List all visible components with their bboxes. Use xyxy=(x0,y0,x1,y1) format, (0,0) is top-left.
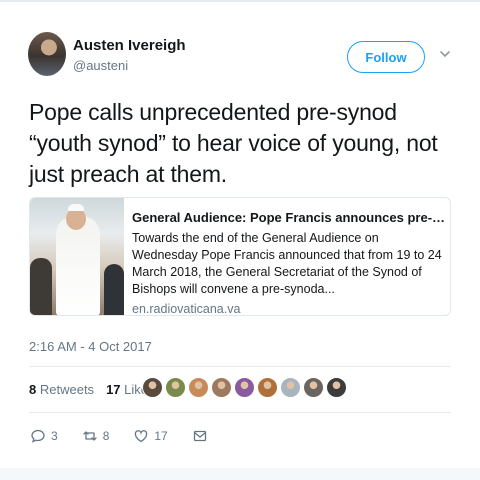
follow-button[interactable]: Follow xyxy=(347,41,425,73)
reply-icon xyxy=(31,429,45,443)
avatar[interactable] xyxy=(28,32,66,76)
tweet-text: Pope calls unprecedented pre-synod “yout… xyxy=(29,99,438,187)
retweet-icon xyxy=(83,431,97,441)
link-preview-card[interactable]: General Audience: Pope Francis announces… xyxy=(29,197,451,316)
tweet-card: Austen Ivereigh @austeni Follow Pope cal… xyxy=(0,0,480,480)
reply-count: 3 xyxy=(51,429,58,443)
card-description: Towards the end of the General Audience … xyxy=(132,231,442,296)
retweets-count: 8 xyxy=(29,382,37,397)
likes-count: 17 xyxy=(106,382,121,397)
retweets-label: Retweets xyxy=(39,382,95,397)
liker-avatar[interactable] xyxy=(142,377,163,398)
reply-action[interactable]: 3 xyxy=(30,428,58,444)
like-count: 17 xyxy=(154,429,168,443)
message-icon xyxy=(193,430,206,442)
card-url: en.radiovaticana.va xyxy=(132,302,241,316)
liker-avatar[interactable] xyxy=(188,377,209,398)
message-action[interactable] xyxy=(192,428,208,444)
liker-avatar[interactable] xyxy=(326,377,347,398)
liker-avatar[interactable] xyxy=(257,377,278,398)
tweet-actions: 3 8 17 xyxy=(30,428,232,444)
liker-avatars xyxy=(142,377,347,398)
author-handle[interactable]: @austeni xyxy=(73,58,128,73)
retweet-count: 8 xyxy=(102,429,110,443)
like-action[interactable]: 17 xyxy=(133,428,168,444)
divider xyxy=(29,412,451,413)
engagement-stats: 8 Retweets 17 Likes xyxy=(29,382,155,397)
liker-avatar[interactable] xyxy=(280,377,301,398)
bottom-bar xyxy=(0,468,480,480)
liker-avatar[interactable] xyxy=(303,377,324,398)
liker-avatar[interactable] xyxy=(234,377,255,398)
divider xyxy=(29,366,451,367)
liker-avatar[interactable] xyxy=(165,377,186,398)
author-name[interactable]: Austen Ivereigh xyxy=(73,37,186,54)
tweet-timestamp[interactable]: 2:16 AM - 4 Oct 2017 xyxy=(29,339,152,354)
retweet-action[interactable]: 8 xyxy=(82,428,110,444)
retweets-stat[interactable]: 8 Retweets xyxy=(29,382,94,397)
card-title: General Audience: Pope Francis announces… xyxy=(132,210,446,225)
card-thumbnail xyxy=(30,198,124,315)
chevron-down-icon[interactable] xyxy=(438,47,452,61)
liker-avatar[interactable] xyxy=(211,377,232,398)
heart-icon xyxy=(135,430,148,443)
